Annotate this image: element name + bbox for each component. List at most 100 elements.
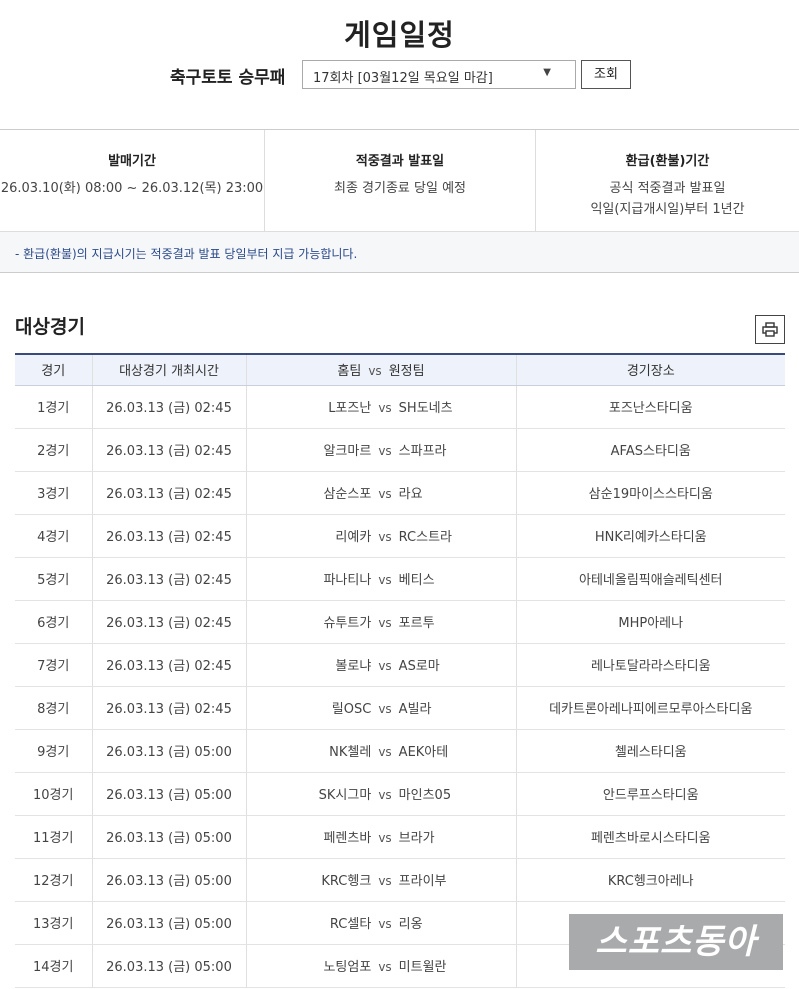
match-time: 26.03.13 (금) 05:00 (91, 901, 246, 945)
match-time: 26.03.13 (금) 02:45 (91, 600, 246, 644)
print-button[interactable] (755, 315, 785, 344)
match-time: 26.03.13 (금) 02:45 (91, 557, 246, 601)
match-teams: L포즈난 vs SH도네츠 (245, 385, 516, 429)
match-venue: 포즈난스타디움 (515, 385, 785, 429)
header-vs: vs (368, 364, 382, 379)
match-teams: KRC헹크 vs 프라이부 (245, 858, 516, 902)
home-team: KRC헹크 (321, 874, 372, 889)
match-time: 26.03.13 (금) 02:45 (91, 686, 246, 730)
match-time: 26.03.13 (금) 02:45 (91, 428, 246, 472)
match-venue: 안드루프스타디움 (515, 772, 785, 816)
sale-period-heading: 발매기간 (108, 154, 156, 169)
vs-label: vs (378, 444, 392, 458)
table-row: 12경기 26.03.13 (금) 05:00 KRC헹크 vs 프라이부 KRC헹크아레… (15, 858, 785, 902)
away-team: 브라가 (398, 831, 435, 846)
round-select[interactable]: 17회차 [03월12일 목요일 마감] ▼ (302, 60, 576, 89)
match-teams: 페렌츠바 vs 브라가 (245, 815, 516, 859)
match-number: 13경기 (15, 901, 92, 945)
home-team: 알크마르 (323, 444, 372, 459)
away-team: 미트윌란 (398, 960, 447, 975)
home-team: 볼로냐 (335, 659, 372, 674)
table-row: 4경기 26.03.13 (금) 02:45 리예카 vs RC스트라 HNK리예카스타디… (15, 514, 785, 558)
home-team: L포즈난 (328, 401, 372, 416)
home-team: 리예카 (335, 530, 372, 545)
away-team: AS로마 (398, 659, 440, 674)
away-team: 스파프라 (398, 444, 447, 459)
header-away: 원정팀 (388, 364, 425, 380)
match-number: 3경기 (15, 471, 92, 515)
refund-note: - 환급(환불)의 지급시기는 적중결과 발표 당일부터 지급 가능합니다. (0, 232, 799, 272)
header-home: 홈팀 (337, 364, 362, 380)
match-teams: 슈투트가 vs 포르투 (245, 600, 516, 644)
table-row: 5경기 26.03.13 (금) 02:45 파나티나 vs 베티스 아테네올림픽애슬레틱… (15, 557, 785, 601)
section-title: 대상경기 (15, 316, 85, 338)
home-team: NK첼레 (329, 745, 372, 760)
match-venue: HNK리예카스타디움 (515, 514, 785, 558)
match-time: 26.03.13 (금) 02:45 (91, 385, 246, 429)
match-teams: SK시그마 vs 마인츠05 (245, 772, 516, 816)
round-row: 축구토토 승무패 17회차 [03월12일 목요일 마감] ▼ 조회 (0, 60, 799, 90)
match-venue: AFAS스타디움 (515, 428, 785, 472)
match-time: 26.03.13 (금) 05:00 (91, 815, 246, 859)
refund-period-line1: 공식 적중결과 발표일 (609, 181, 726, 196)
vs-label: vs (378, 831, 392, 845)
table-row: 8경기 26.03.13 (금) 02:45 릴OSC vs A빌라 데카트론아레나피에르… (15, 686, 785, 730)
match-venue: 데카트론아레나피에르모루아스타디움 (515, 686, 785, 730)
sale-period: 발매기간 26.03.10(화) 08:00 ~ 26.03.12(목) 23:… (0, 130, 265, 232)
page-title: 게임일정 (344, 18, 455, 52)
match-time: 26.03.13 (금) 02:45 (91, 514, 246, 558)
home-team: 삼순스포 (323, 487, 372, 502)
home-team: 슈투트가 (323, 616, 372, 631)
away-team: 마인츠05 (398, 788, 452, 803)
match-venue: 첼레스타디움 (515, 729, 785, 773)
vs-label: vs (378, 401, 392, 415)
match-venue: MHP아레나 (515, 600, 785, 644)
home-team: 릴OSC (331, 702, 372, 717)
games-table: 경기 대상경기 개최시간 홈팀 vs 원정팀 경기장소 1경기 26.03.13 (금… (15, 353, 785, 988)
games-table-header: 경기 대상경기 개최시간 홈팀 vs 원정팀 경기장소 (15, 353, 785, 386)
home-team: 노팅엄포 (323, 960, 372, 975)
vs-label: vs (378, 874, 392, 888)
table-row: 1경기 26.03.13 (금) 02:45 L포즈난 vs SH도네츠 포즈난스타디움 (15, 385, 785, 429)
match-time: 26.03.13 (금) 05:00 (91, 772, 246, 816)
table-row: 9경기 26.03.13 (금) 05:00 NK첼레 vs AEK아테 첼레스타디움 (15, 729, 785, 773)
match-number: 8경기 (15, 686, 92, 730)
info-box: 발매기간 26.03.10(화) 08:00 ~ 26.03.12(목) 23:… (0, 129, 799, 273)
sale-period-text: 26.03.10(화) 08:00 ~ 26.03.12(목) 23:00 (0, 181, 264, 196)
match-time: 26.03.13 (금) 05:00 (91, 858, 246, 902)
match-number: 7경기 (15, 643, 92, 687)
match-number: 6경기 (15, 600, 92, 644)
match-time: 26.03.13 (금) 05:00 (91, 729, 246, 773)
match-teams: 노팅엄포 vs 미트윌란 (245, 944, 516, 988)
away-team: RC스트라 (398, 530, 453, 545)
home-team: RC셀타 (329, 917, 372, 932)
match-number: 1경기 (15, 385, 92, 429)
table-row: 6경기 26.03.13 (금) 02:45 슈투트가 vs 포르투 MHP아레나 (15, 600, 785, 644)
match-number: 2경기 (15, 428, 92, 472)
match-venue: 삼순19마이스스타디움 (515, 471, 785, 515)
away-team: SH도네츠 (398, 401, 453, 416)
game-type-label: 축구토토 승무패 (170, 68, 286, 88)
table-row: 3경기 26.03.13 (금) 02:45 삼순스포 vs 라요 삼순19마이스스타디움 (15, 471, 785, 515)
chevron-down-icon: ▼ (543, 67, 551, 78)
vs-label: vs (378, 573, 392, 587)
match-number: 9경기 (15, 729, 92, 773)
match-teams: NK첼레 vs AEK아테 (245, 729, 516, 773)
away-team: 라요 (398, 487, 423, 502)
match-teams: 파나티나 vs 베티스 (245, 557, 516, 601)
match-number: 4경기 (15, 514, 92, 558)
match-teams: 리예카 vs RC스트라 (245, 514, 516, 558)
match-teams: 볼로냐 vs AS로마 (245, 643, 516, 687)
away-team: 리옹 (398, 917, 423, 932)
match-venue: 레나토달라라스타디움 (515, 643, 785, 687)
refund-period-line2: 익일(지급개시일)부터 1년간 (590, 202, 745, 217)
home-team: SK시그마 (318, 788, 372, 803)
match-time: 26.03.13 (금) 05:00 (91, 944, 246, 988)
query-button[interactable]: 조회 (581, 60, 631, 89)
match-teams: 삼순스포 vs 라요 (245, 471, 516, 515)
match-teams: 릴OSC vs A빌라 (245, 686, 516, 730)
table-row: 11경기 26.03.13 (금) 05:00 페렌츠바 vs 브라가 페렌츠바로시스타디… (15, 815, 785, 859)
match-number: 5경기 (15, 557, 92, 601)
match-number: 12경기 (15, 858, 92, 902)
header-venue: 경기장소 (515, 353, 785, 386)
